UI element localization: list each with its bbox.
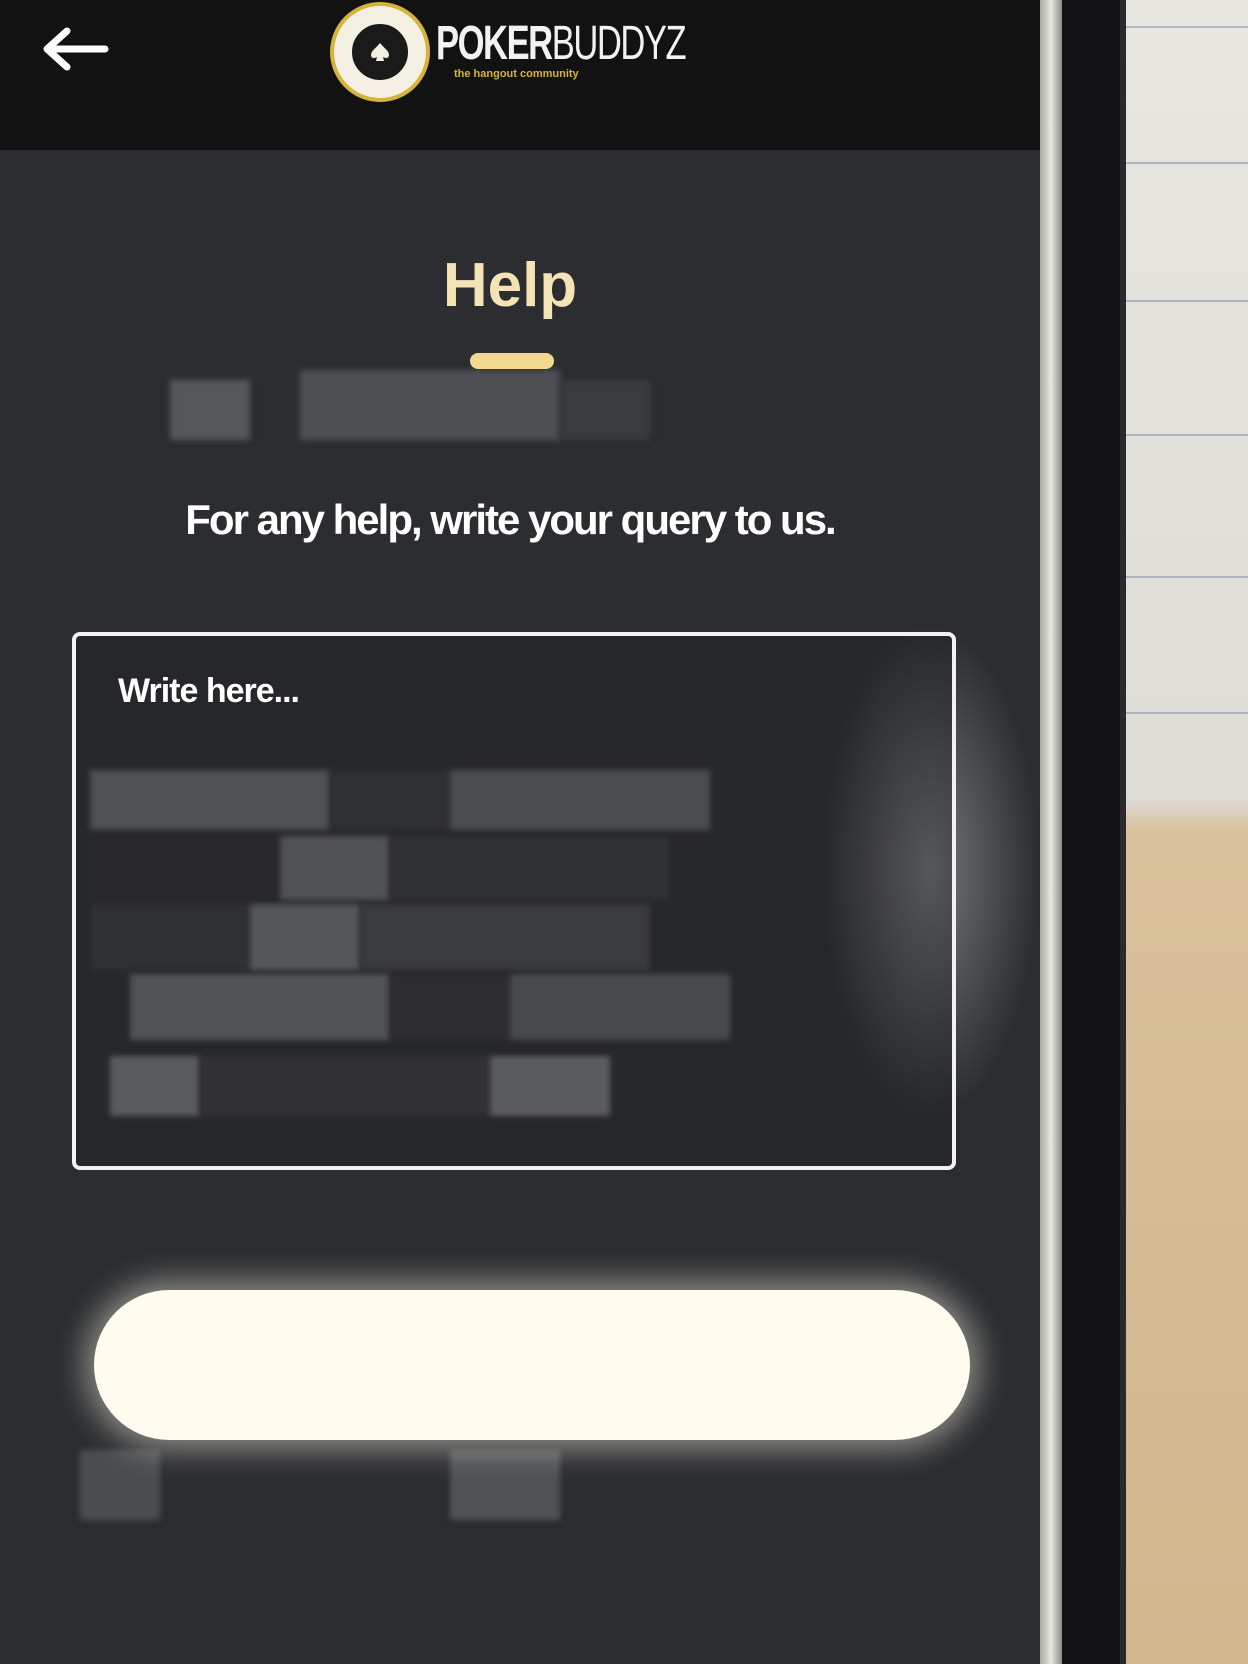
submit-button[interactable] <box>94 1290 970 1440</box>
phone-edge <box>1040 0 1062 1664</box>
paper-rule-line <box>1120 162 1248 164</box>
spade-icon <box>371 43 389 61</box>
back-button[interactable] <box>34 14 114 84</box>
title-underline <box>470 353 554 369</box>
page-title: Help <box>442 251 578 320</box>
paper-rule-line <box>1120 300 1248 302</box>
app-header: POKERBUDDYZ the hangout community <box>0 0 1040 150</box>
logo-word-bold: POKER <box>436 17 553 70</box>
help-screen: POKERBUDDYZ the hangout community Help F… <box>0 0 1040 1664</box>
logo-tagline: the hangout community <box>454 68 579 80</box>
help-prompt-text: For any help, write your query to us. <box>185 496 836 543</box>
paper-rule-line <box>1120 434 1248 436</box>
paper-rule-line <box>1120 576 1248 578</box>
query-textarea[interactable] <box>72 632 956 1170</box>
logo-wordmark: POKERBUDDYZ <box>436 16 687 71</box>
arrow-left-icon <box>43 27 109 71</box>
paper-rule-line <box>1120 26 1248 28</box>
logo-chip-icon <box>330 2 430 102</box>
logo-word-light: BUDDYZ <box>551 17 687 70</box>
paper-rule-line <box>1120 712 1248 714</box>
pokerbuddyz-logo: POKERBUDDYZ the hangout community <box>330 2 710 102</box>
